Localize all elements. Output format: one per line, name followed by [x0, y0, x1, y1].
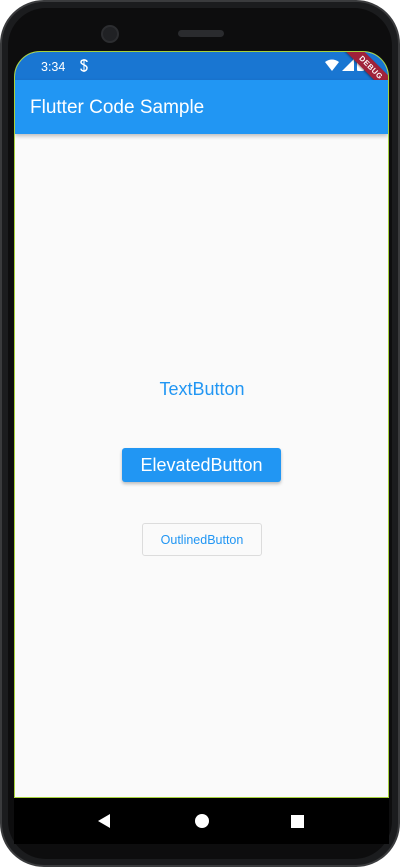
front-camera — [101, 25, 119, 43]
home-icon[interactable] — [191, 810, 213, 832]
phone-frame: 3:34 DEBUG Flutter Code Sample TextButto… — [0, 0, 400, 867]
recents-icon[interactable] — [286, 810, 308, 832]
elevated-button[interactable]: ElevatedButton — [122, 448, 281, 482]
system-navigation-bar — [14, 798, 389, 844]
outlined-button[interactable]: OutlinedButton — [142, 523, 262, 556]
main-content: TextButton ElevatedButton OutlinedButton — [15, 134, 388, 797]
wifi-icon — [325, 58, 339, 76]
status-bar: 3:34 DEBUG — [15, 52, 388, 102]
s-notification-icon — [79, 59, 89, 72]
text-button[interactable]: TextButton — [144, 369, 260, 409]
signal-icon — [342, 58, 354, 76]
earpiece-speaker — [178, 30, 224, 37]
status-time: 3:34 — [41, 60, 66, 74]
app-bar: Flutter Code Sample — [15, 80, 388, 134]
back-icon[interactable] — [93, 810, 115, 832]
app-title: Flutter Code Sample — [30, 97, 205, 118]
device-screen: 3:34 DEBUG Flutter Code Sample TextButto… — [14, 51, 389, 798]
